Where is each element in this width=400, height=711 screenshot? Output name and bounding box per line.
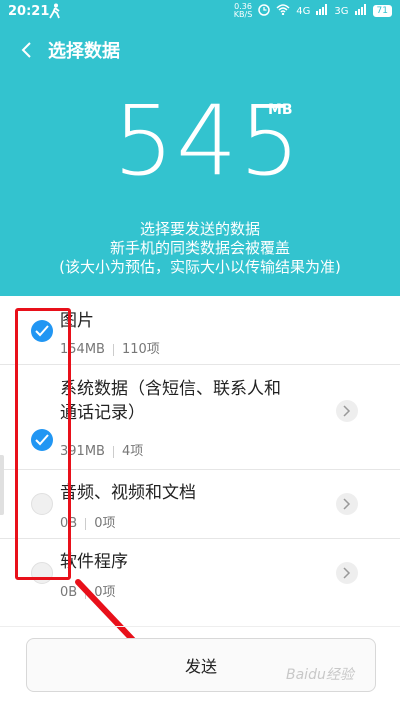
watermark: Baidu经验	[286, 667, 354, 683]
divider	[0, 626, 400, 627]
annotation-arrow	[75, 579, 162, 672]
